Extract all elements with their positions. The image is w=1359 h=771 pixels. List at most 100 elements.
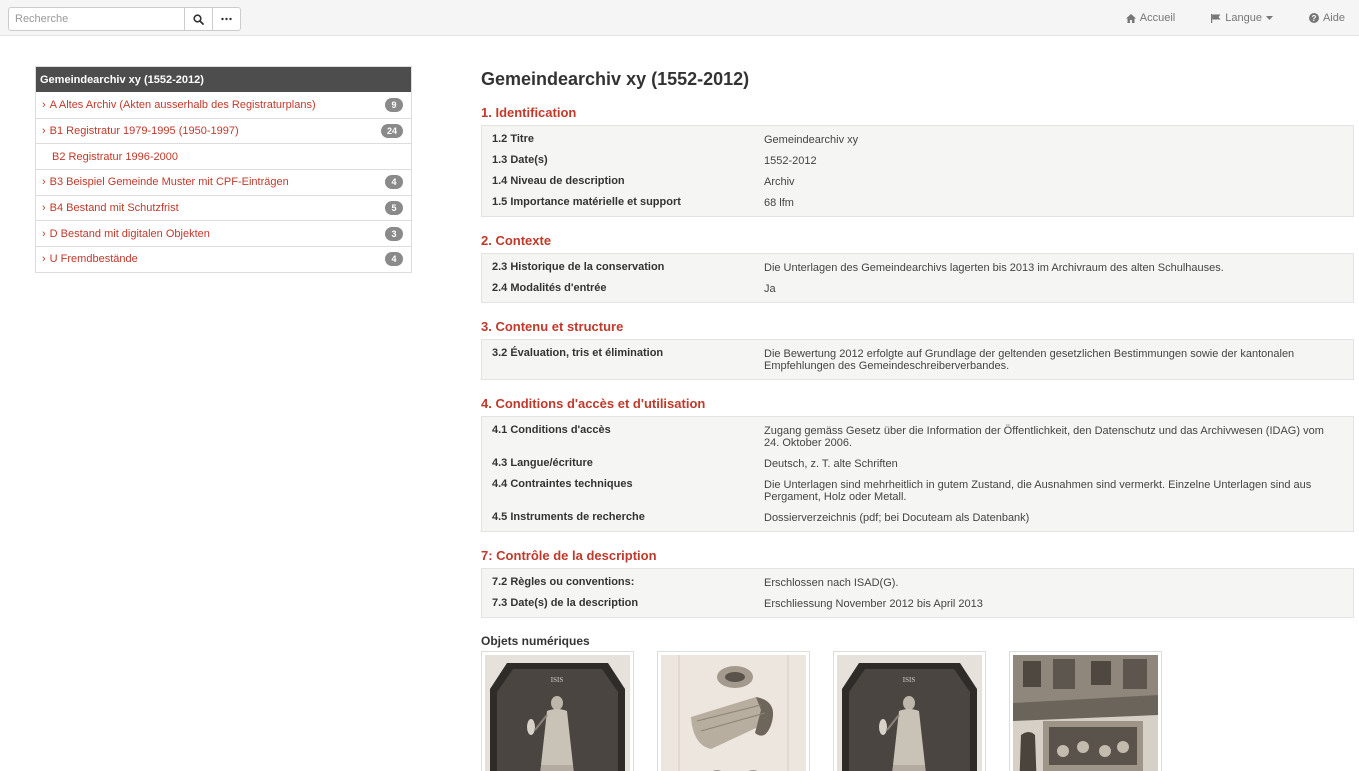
field-label: 2.4 Modalités d'entrée	[492, 282, 607, 294]
home-icon	[1125, 13, 1136, 23]
chevron-right-icon[interactable]: ›	[42, 99, 46, 111]
more-options-button[interactable]	[213, 7, 241, 31]
section-title: 4. Conditions d'accès et d'utilisation	[481, 396, 706, 411]
search-button[interactable]	[185, 7, 213, 31]
field-label: 1.2 Titre	[492, 133, 534, 145]
field-row: 4.1 Conditions d'accès Zugang gemäss Gese…	[482, 421, 1353, 454]
field-value: Zugang gemäss Gesetz über die Informatio…	[764, 425, 1324, 449]
field-value: Dossierverzeichnis (pdf; bei Docuteam al…	[764, 512, 1030, 524]
field-row: 2.4 Modalités d'entrée Ja	[482, 279, 1353, 300]
field-label: 4.3 Langue/écriture	[492, 457, 593, 469]
field-value: Deutsch, z. T. alte Schriften	[764, 458, 898, 470]
field-label: 7.2 Règles ou conventions:	[492, 576, 635, 588]
section-title: 2. Contexte	[481, 233, 552, 248]
svg-text:?: ?	[1312, 14, 1317, 23]
nav-langue-dropdown[interactable]: Langue	[1193, 0, 1291, 36]
sidebar-tree-item[interactable]: › B4 Bestand mit Schutzfrist 5	[36, 194, 411, 221]
field-row: 7.2 Règles ou conventions: Erschlossen na…	[482, 573, 1353, 594]
field-value: Die Unterlagen des Gemeindearchivs lager…	[764, 262, 1224, 274]
field-row: 4.5 Instruments de recherche Dossierverze…	[482, 508, 1353, 529]
digital-object-thumbnail[interactable]	[1009, 651, 1162, 771]
count-badge: 4	[385, 175, 403, 190]
thumb-caption: ISIS	[551, 676, 564, 684]
chevron-right-icon[interactable]: ›	[42, 228, 46, 240]
caret-down-icon	[1265, 16, 1273, 20]
field-label: 4.4 Contraintes techniques	[492, 478, 633, 490]
field-row: 1.5 Importance matérielle et support 68 l…	[482, 193, 1353, 214]
count-badge: 9	[385, 97, 403, 112]
sidebar-item-label: B1 Registratur 1979-1995 (1950-1997)	[49, 125, 239, 138]
artifacts-engraving-image	[661, 655, 806, 771]
field-value: Ja	[764, 283, 776, 295]
field-value: Die Bewertung 2012 erfolgte auf Grundlag…	[764, 348, 1295, 372]
field-row: 4.4 Contraintes techniques Die Unterlagen…	[482, 475, 1353, 508]
search-input[interactable]	[8, 7, 185, 31]
section-title: 3. Contenu et structure	[481, 319, 624, 334]
section-title: 1. Identification	[481, 105, 577, 120]
field-row: 7.3 Date(s) de la description Erschliessu…	[482, 594, 1353, 615]
chevron-right-icon[interactable]: ›	[42, 176, 46, 188]
sidebar-tree-item[interactable]: › B3 Beispiel Gemeinde Muster mit CPF-Ein…	[36, 169, 411, 195]
nav-right: Accueil Langue ? Aide	[1114, 0, 1359, 36]
field-group: 3.2 Évaluation, tris et élimination Die B…	[481, 339, 1354, 380]
field-value: Erschlossen nach ISAD(G).	[764, 577, 899, 589]
field-value: 1552-2012	[764, 155, 817, 167]
field-value: Gemeindearchiv xy	[764, 134, 859, 146]
field-label: 1.3 Date(s)	[492, 154, 548, 166]
sidebar-header[interactable]: Gemeindearchiv xy (1552-2012)	[36, 67, 411, 92]
field-label: 1.5 Importance matérielle et support	[492, 196, 681, 208]
ellipsis-icon	[221, 17, 232, 21]
digital-object-thumbnail[interactable]: ISIS	[481, 651, 634, 771]
sidebar-item-label: B3 Beispiel Gemeinde Muster mit CPF-Eint…	[49, 176, 289, 189]
field-row: 3.2 Évaluation, tris et élimination Die B…	[482, 344, 1353, 377]
sidebar-tree-item[interactable]: B2 Registratur 1996-2000	[36, 143, 411, 170]
sidebar-tree-item[interactable]: › B1 Registratur 1979-1995 (1950-1997) 24	[36, 117, 411, 144]
digital-objects-gallery: ISIS ISIS	[481, 651, 1354, 771]
nav-accueil[interactable]: Accueil	[1114, 0, 1193, 36]
field-value: Erschliessung November 2012 bis April 20…	[764, 598, 983, 610]
count-badge: 3	[385, 226, 403, 241]
field-value: Die Unterlagen sind mehrheitlich in gute…	[764, 479, 1312, 503]
field-label: 4.5 Instruments de recherche	[492, 511, 645, 523]
field-label: 1.4 Niveau de description	[492, 175, 625, 187]
count-badge: 5	[385, 201, 403, 216]
chevron-right-icon[interactable]: ›	[42, 202, 46, 214]
sidebar-tree: Gemeindearchiv xy (1552-2012) › A Altes A…	[35, 66, 412, 273]
thumb-caption: ISIS	[903, 676, 916, 684]
field-row: 1.4 Niveau de description Archiv	[482, 172, 1353, 193]
statue-engraving-image: ISIS	[837, 655, 982, 771]
chevron-right-icon[interactable]: ›	[42, 125, 46, 137]
sidebar-item-label: D Bestand mit digitalen Objekten	[49, 227, 210, 240]
sidebar-tree-item[interactable]: › U Fremdbestände 4	[36, 246, 411, 272]
digital-objects-title: Objets numériques	[481, 634, 590, 648]
field-value: 68 lfm	[764, 197, 794, 209]
street-scene-engraving-image	[1013, 655, 1158, 771]
search-icon	[193, 13, 204, 25]
field-group: 2.3 Historique de la conservation Die Unt…	[481, 253, 1354, 303]
field-label: 2.3 Historique de la conservation	[492, 261, 665, 273]
statue-engraving-image: ISIS	[485, 655, 630, 771]
field-row: 2.3 Historique de la conservation Die Unt…	[482, 258, 1353, 279]
digital-object-thumbnail[interactable]: ISIS	[833, 651, 986, 771]
flag-icon	[1211, 13, 1221, 23]
nav-aide[interactable]: ? Aide	[1291, 0, 1359, 36]
field-value: Archiv	[764, 176, 795, 188]
main-content: Gemeindearchiv xy (1552-2012) 1. Identif…	[481, 66, 1354, 771]
digital-object-thumbnail[interactable]	[657, 651, 810, 771]
field-group: 1.2 Titre Gemeindearchiv xy 1.3 Date(s) 155…	[481, 125, 1354, 217]
sidebar-tree-item[interactable]: › A Altes Archiv (Akten ausserhalb des Re…	[36, 92, 411, 118]
search-group	[8, 7, 241, 31]
top-navbar: Accueil Langue ? Aide	[0, 0, 1359, 36]
field-label: 4.1 Conditions d'accès	[492, 424, 611, 436]
chevron-right-icon[interactable]: ›	[42, 253, 46, 265]
count-badge: 24	[380, 124, 403, 139]
sidebar-tree-item[interactable]: › D Bestand mit digitalen Objekten 3	[36, 220, 411, 247]
nav-aide-label: Aide	[1322, 12, 1345, 24]
field-label: 7.3 Date(s) de la description	[492, 597, 639, 609]
sidebar-item-label: A Altes Archiv (Akten ausserhalb des Reg…	[49, 98, 316, 111]
sidebar-item-label: B4 Bestand mit Schutzfrist	[49, 202, 179, 215]
field-label: 3.2 Évaluation, tris et élimination	[492, 347, 664, 359]
field-group: 4.1 Conditions d'accès Zugang gemäss Gese…	[481, 416, 1354, 532]
field-row: 1.3 Date(s) 1552-2012	[482, 151, 1353, 172]
question-circle-icon: ?	[1308, 13, 1319, 23]
